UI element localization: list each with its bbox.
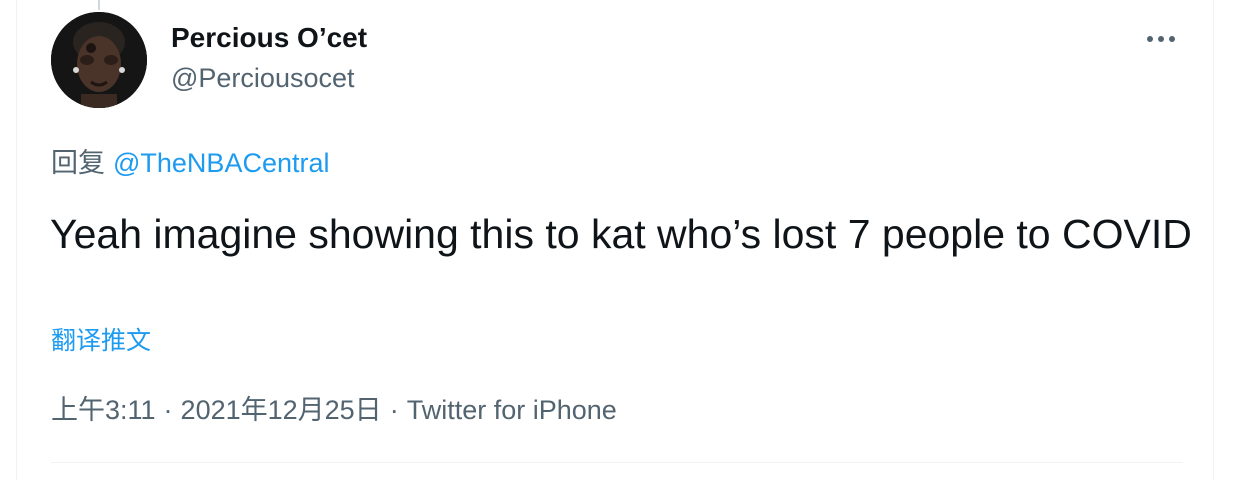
avatar-image: [51, 12, 147, 108]
reply-mention-link[interactable]: @TheNBACentral: [113, 148, 330, 178]
replying-to-label: 回复: [51, 148, 105, 178]
author-display-name[interactable]: Percious O’cet: [171, 21, 367, 55]
tweet-source[interactable]: Twitter for iPhone: [407, 395, 617, 425]
tweet-time[interactable]: 上午3:11: [51, 395, 156, 425]
more-options-button[interactable]: [1139, 24, 1183, 54]
tweet-metadata: 上午3:11 · 2021年12月25日 · Twitter for iPhone: [51, 393, 617, 427]
replying-to: 回复 @TheNBACentral: [51, 146, 330, 180]
ellipsis-icon: [1169, 36, 1175, 42]
avatar[interactable]: [51, 12, 147, 108]
tweet-date[interactable]: 2021年12月25日: [181, 395, 382, 425]
tweet-card: Percious O’cet @Perciousocet 回复 @TheNBACe…: [16, 0, 1214, 480]
author-handle[interactable]: @Perciousocet: [171, 61, 355, 95]
tweet-text: Yeah imagine showing this to kat who’s l…: [50, 211, 1192, 257]
divider: [51, 462, 1183, 463]
meta-separator: ·: [163, 395, 173, 425]
ellipsis-icon: [1158, 36, 1164, 42]
meta-separator: ·: [389, 395, 399, 425]
translate-tweet-link[interactable]: 翻译推文: [51, 324, 151, 358]
ellipsis-icon: [1147, 36, 1153, 42]
thread-connector-line: [98, 0, 100, 10]
